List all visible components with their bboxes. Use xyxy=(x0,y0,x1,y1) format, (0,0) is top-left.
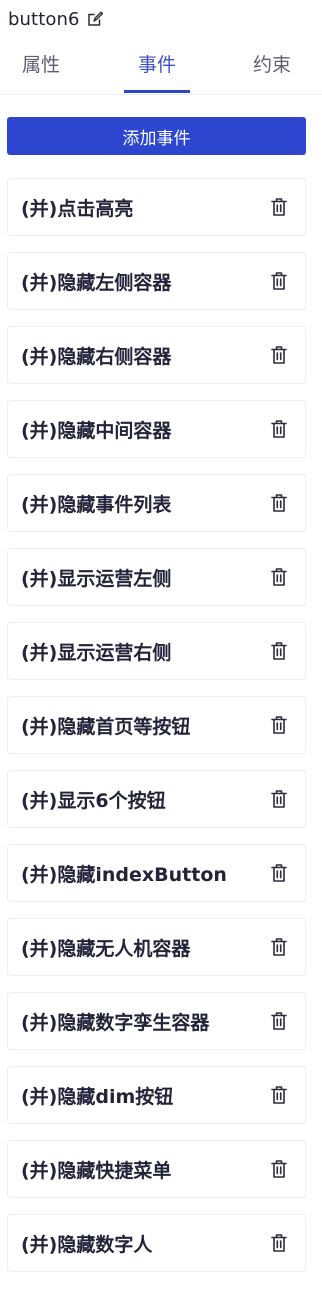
trash-icon[interactable] xyxy=(268,1084,290,1106)
event-label: (并)显示6个按钮 xyxy=(21,789,166,812)
event-item[interactable]: (并)隐藏无人机容器 xyxy=(7,918,306,976)
tab-events-label: 事件 xyxy=(137,54,176,76)
component-name: button6 xyxy=(8,8,80,30)
event-list: (并)点击高亮 (并)隐藏左侧容器 (并)隐藏右侧容器 (并)隐藏中间容器 (并)隐藏事… xyxy=(7,178,306,1288)
event-item[interactable]: (并)隐藏中间容器 xyxy=(7,400,306,458)
event-label: (并)隐藏dim按钮 xyxy=(21,1085,174,1108)
trash-icon[interactable] xyxy=(268,566,290,588)
event-label: (并)隐藏中间容器 xyxy=(21,419,172,442)
event-item[interactable]: (并)隐藏快捷菜单 xyxy=(7,1140,306,1198)
tab-properties[interactable]: 属性 xyxy=(19,44,63,92)
edit-icon[interactable] xyxy=(86,10,104,28)
tab-bar: 属性 事件 约束 xyxy=(0,44,322,95)
trash-icon[interactable] xyxy=(268,1232,290,1254)
trash-icon[interactable] xyxy=(268,344,290,366)
event-item[interactable]: (并)隐藏indexButton xyxy=(7,844,306,902)
event-label: (并)隐藏事件列表 xyxy=(21,493,172,516)
event-item[interactable]: (并)隐藏数字人 xyxy=(7,1214,306,1272)
trash-icon[interactable] xyxy=(268,196,290,218)
event-item[interactable]: (并)显示运营左侧 xyxy=(7,548,306,606)
trash-icon[interactable] xyxy=(268,862,290,884)
event-label: (并)点击高亮 xyxy=(21,197,134,220)
event-item[interactable]: (并)隐藏首页等按钮 xyxy=(7,696,306,754)
event-label: (并)隐藏数字人 xyxy=(21,1233,153,1256)
event-label: (并)显示运营右侧 xyxy=(21,641,172,664)
event-item[interactable]: (并)隐藏数字孪生容器 xyxy=(7,992,306,1050)
event-item[interactable]: (并)隐藏右侧容器 xyxy=(7,326,306,384)
add-event-button[interactable]: 添加事件 xyxy=(7,117,306,155)
event-label: (并)隐藏数字孪生容器 xyxy=(21,1011,210,1034)
active-tab-indicator xyxy=(124,90,190,93)
component-title-row: button6 xyxy=(8,6,104,32)
event-label: (并)隐藏快捷菜单 xyxy=(21,1159,172,1182)
event-panel: button6 属性 事件 约束 添加事件 (并)点击高亮 (并)隐藏左侧容器 (并… xyxy=(0,0,322,1291)
event-item[interactable]: (并)隐藏dim按钮 xyxy=(7,1066,306,1124)
event-label: (并)显示运营左侧 xyxy=(21,567,172,590)
event-item[interactable]: (并)隐藏事件列表 xyxy=(7,474,306,532)
event-label: (并)隐藏首页等按钮 xyxy=(21,715,191,738)
event-item[interactable]: (并)显示6个按钮 xyxy=(7,770,306,828)
trash-icon[interactable] xyxy=(268,270,290,292)
event-label: (并)隐藏左侧容器 xyxy=(21,271,172,294)
trash-icon[interactable] xyxy=(268,640,290,662)
trash-icon[interactable] xyxy=(268,714,290,736)
trash-icon[interactable] xyxy=(268,1010,290,1032)
tab-constraints[interactable]: 约束 xyxy=(250,44,294,92)
event-label: (并)隐藏右侧容器 xyxy=(21,345,172,368)
trash-icon[interactable] xyxy=(268,492,290,514)
trash-icon[interactable] xyxy=(268,418,290,440)
event-item[interactable]: (并)隐藏左侧容器 xyxy=(7,252,306,310)
trash-icon[interactable] xyxy=(268,788,290,810)
tab-events[interactable]: 事件 xyxy=(124,44,190,93)
event-label: (并)隐藏无人机容器 xyxy=(21,937,191,960)
event-label: (并)隐藏indexButton xyxy=(21,863,227,886)
event-item[interactable]: (并)显示运营右侧 xyxy=(7,622,306,680)
trash-icon[interactable] xyxy=(268,1158,290,1180)
trash-icon[interactable] xyxy=(268,936,290,958)
event-item[interactable]: (并)点击高亮 xyxy=(7,178,306,236)
